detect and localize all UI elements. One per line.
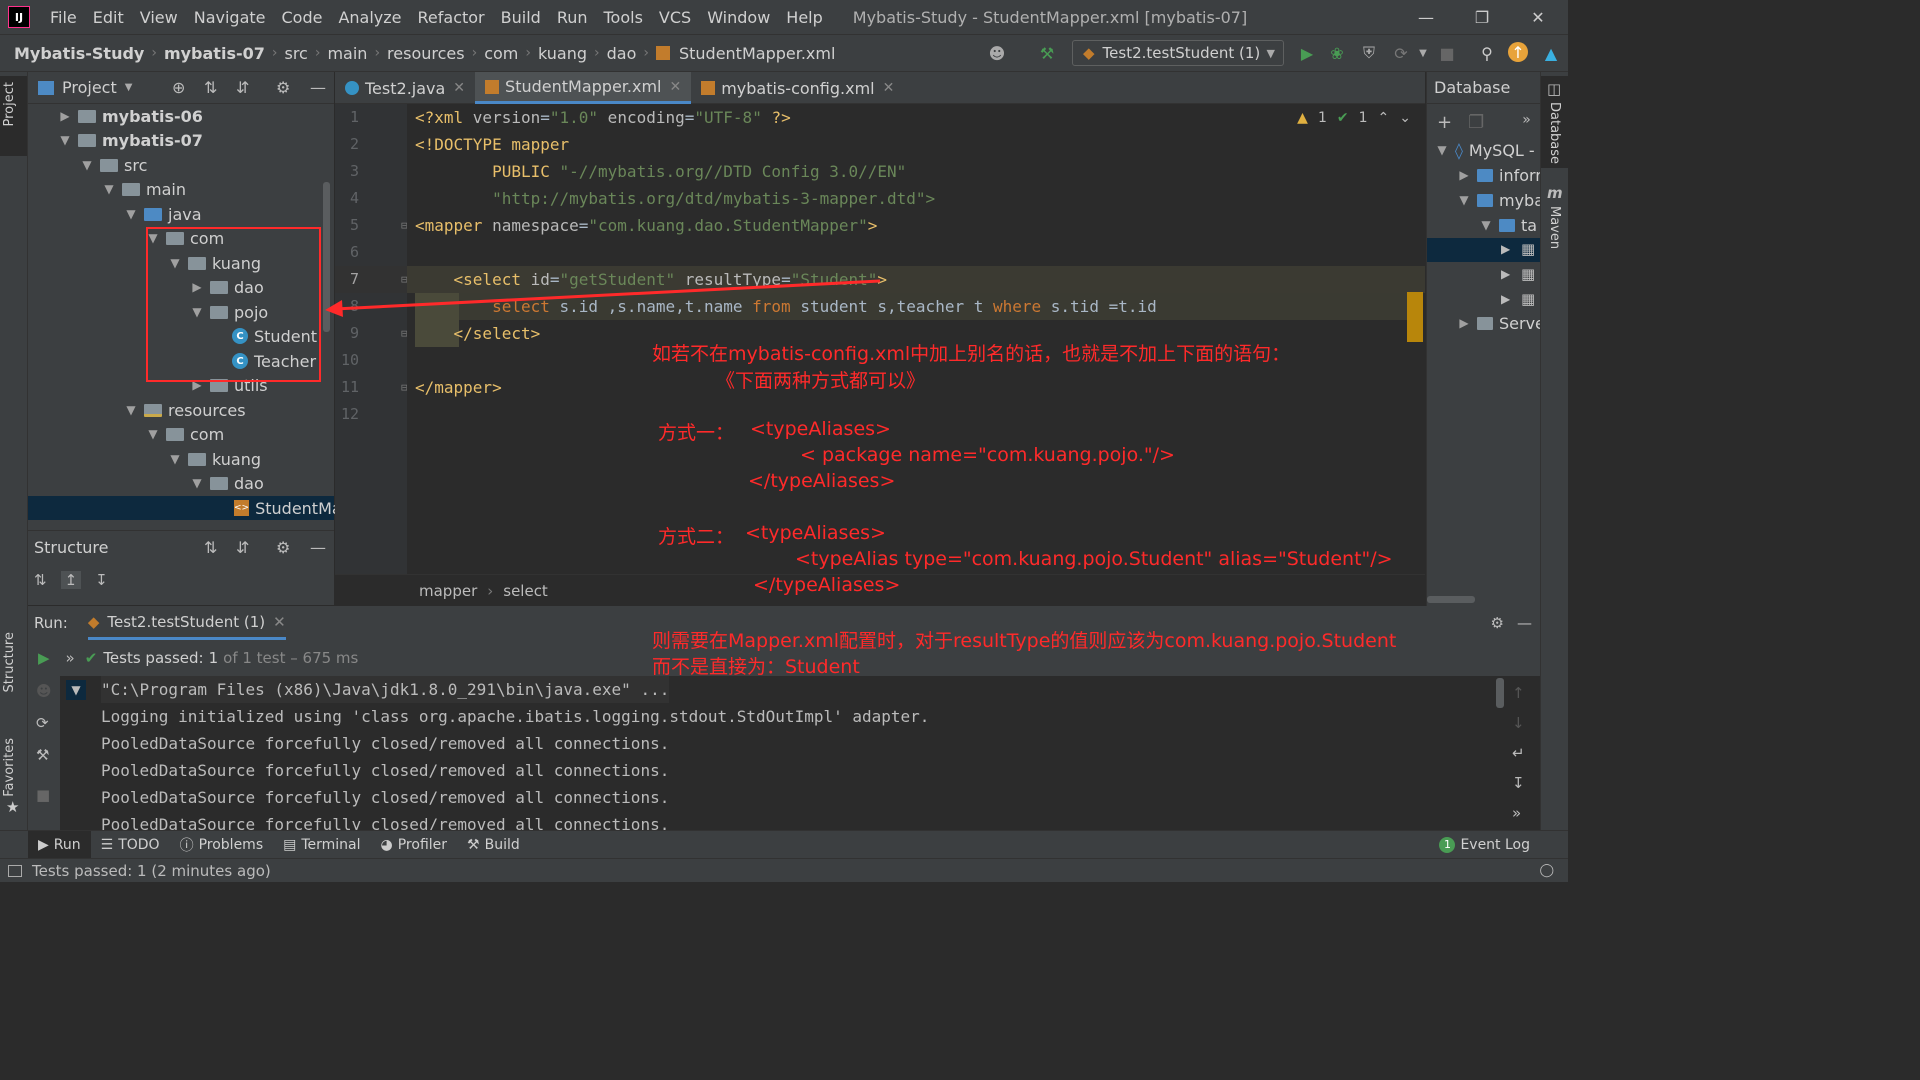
tool-tab-label: Run — [53, 836, 81, 853]
annotation-text: <typeAliases> — [745, 522, 886, 544]
annotation-text: <typeAliases> — [750, 418, 891, 440]
tool-tab-run[interactable]: ▶ Run — [28, 830, 91, 859]
panel-toggle-icon[interactable] — [8, 864, 22, 877]
annotation-text: 如若不在mybatis-config.xml中加上别名的话，也就是不加上下面的语… — [652, 343, 1291, 365]
annotation-text: 而不是直接为：Student — [652, 656, 860, 678]
terminal-icon: ▤ — [283, 836, 297, 853]
tool-tab-label: Profiler — [397, 836, 448, 853]
profiler-icon: ◕ — [380, 836, 393, 853]
event-log-button[interactable]: 1 Event Log — [1429, 836, 1540, 853]
tool-tab-label: Problems — [198, 836, 264, 853]
tool-tab-label: TODO — [118, 836, 160, 853]
annotation-text: 则需要在Mapper.xml配置时，对于resultType的值则应该为com.… — [652, 630, 1397, 652]
arrow-line — [334, 279, 881, 311]
tool-tab-problems[interactable]: ⓘ Problems — [170, 835, 274, 855]
tool-tab-todo[interactable]: ☰ TODO — [91, 837, 170, 853]
event-log-badge: 1 — [1439, 836, 1456, 853]
tool-tab-profiler[interactable]: ◕ Profiler — [371, 837, 458, 853]
list-icon: ☰ — [100, 836, 114, 853]
annotation-text: 《下面两种方式都可以》 — [716, 370, 926, 392]
tool-tab-label: Terminal — [301, 836, 361, 853]
annotation-arrow — [325, 279, 881, 317]
annotation-text: <typeAlias type="com.kuang.pojo.Student"… — [795, 548, 1393, 570]
lock-icon[interactable]: ◯ — [1539, 863, 1554, 878]
tool-tab-build[interactable]: ⚒ Build — [457, 837, 530, 853]
annotation-text: 方式一： — [658, 422, 735, 444]
annotation-text: </typeAliases> — [753, 574, 901, 596]
run-icon: ▶ — [38, 836, 49, 853]
tool-tab-terminal[interactable]: ▤ Terminal — [273, 837, 370, 853]
annotation-text: </typeAliases> — [748, 470, 896, 492]
event-log-label: Event Log — [1460, 836, 1530, 853]
info-icon: ⓘ — [179, 837, 194, 854]
annotation-text: < package name="com.kuang.pojo."/> — [800, 444, 1175, 466]
hammer-icon: ⚒ — [467, 836, 480, 853]
bottom-tool-bar: ▶ Run ☰ TODO ⓘ Problems ▤ Terminal ◕ Profiler… — [0, 830, 1568, 859]
status-text: Tests passed: 1 (2 minutes ago) — [32, 861, 271, 880]
arrow-head — [325, 300, 343, 317]
status-bar: Tests passed: 1 (2 minutes ago) ◯ — [0, 858, 1568, 882]
tool-tab-label: Build — [484, 836, 520, 853]
annotation-text: 方式二： — [658, 526, 735, 548]
